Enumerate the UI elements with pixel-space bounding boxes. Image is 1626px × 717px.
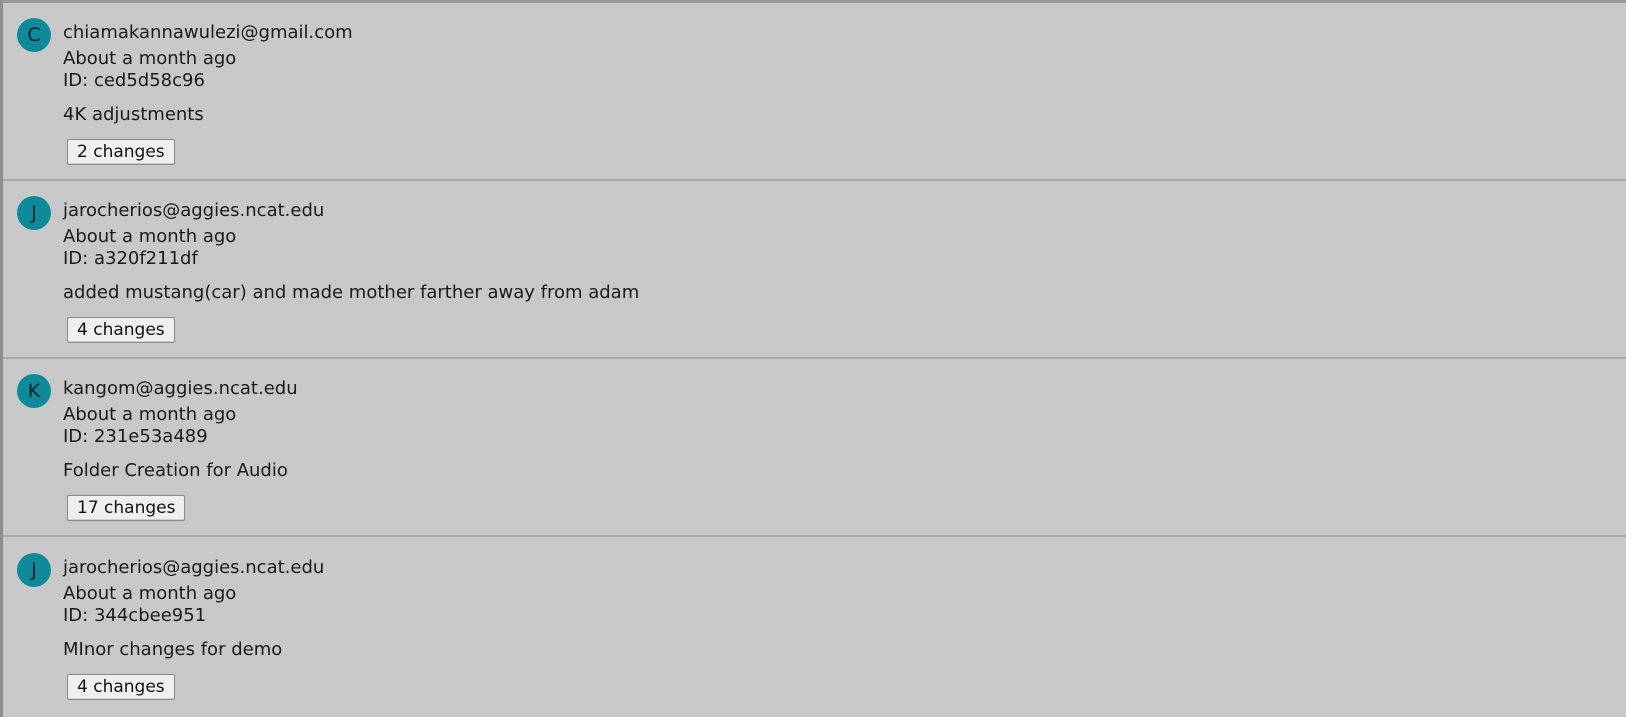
- commit-entry[interactable]: K kangom@aggies.ncat.edu About a month a…: [3, 359, 1626, 537]
- commit-id: ID: ced5d58c96: [63, 70, 205, 91]
- commit-message: added mustang(car) and made mother farth…: [63, 282, 640, 303]
- commit-id: ID: 231e53a489: [63, 426, 208, 447]
- commit-time: About a month ago: [63, 404, 237, 425]
- author-email: jarocherios@aggies.ncat.edu: [63, 200, 325, 221]
- commit-message: Folder Creation for Audio: [63, 460, 288, 481]
- commit-id: ID: 344cbee951: [63, 605, 207, 626]
- commit-message: 4K adjustments: [63, 104, 204, 125]
- commit-entry[interactable]: C chiamakannawulezi@gmail.com About a mo…: [3, 3, 1626, 181]
- commit-entry[interactable]: J jarocherios@aggies.ncat.edu About a mo…: [3, 538, 1626, 716]
- changes-button[interactable]: 17 changes: [67, 495, 186, 521]
- commit-id: ID: a320f211df: [63, 248, 198, 269]
- author-email: jarocherios@aggies.ncat.edu: [63, 557, 325, 578]
- commit-entry[interactable]: J jarocherios@aggies.ncat.edu About a mo…: [3, 181, 1626, 359]
- commit-message: MInor changes for demo: [63, 639, 283, 660]
- commit-time: About a month ago: [63, 226, 237, 247]
- user-avatar: C: [17, 18, 51, 52]
- changes-button[interactable]: 2 changes: [67, 139, 175, 165]
- commit-history-panel: C chiamakannawulezi@gmail.com About a mo…: [0, 0, 1626, 717]
- commit-time: About a month ago: [63, 583, 237, 604]
- changes-button[interactable]: 4 changes: [67, 317, 175, 343]
- author-email: chiamakannawulezi@gmail.com: [63, 22, 353, 43]
- commit-time: About a month ago: [63, 48, 237, 69]
- user-avatar: K: [17, 374, 51, 408]
- changes-button[interactable]: 4 changes: [67, 674, 175, 700]
- user-avatar: J: [17, 553, 51, 587]
- user-avatar: J: [17, 196, 51, 230]
- author-email: kangom@aggies.ncat.edu: [63, 378, 298, 399]
